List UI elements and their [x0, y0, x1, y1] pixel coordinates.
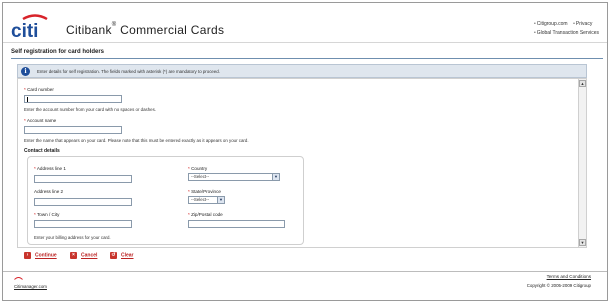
link-privacy[interactable]: Privacy	[576, 21, 592, 27]
citimanager-link[interactable]: Citimanager.com	[14, 284, 47, 289]
brand-suffix: Commercial Cards	[120, 23, 225, 37]
copyright-text: Copyright © 2005-2009 Citigroup	[526, 283, 591, 288]
scroll-down-arrow-icon[interactable]: ▼	[579, 239, 586, 246]
clear-button[interactable]: ↺ Clear	[110, 252, 134, 261]
scroll-up-arrow-icon[interactable]: ▲	[579, 80, 586, 87]
registered-mark: ®	[111, 22, 117, 28]
info-icon: i	[21, 67, 30, 76]
address1-input[interactable]	[34, 175, 132, 183]
town-label: * Town / City	[34, 212, 60, 217]
account-name-input[interactable]	[24, 126, 122, 134]
billing-address-hint: Enter your billing address for your card…	[34, 235, 111, 240]
arrow-right-icon: ›	[24, 252, 31, 259]
footer-logo-arc-icon	[14, 277, 23, 280]
link-citigroup[interactable]: Citigroup.com	[537, 21, 568, 27]
country-select[interactable]: --Select-- ▼	[188, 173, 280, 181]
bullet-icon: •	[533, 30, 536, 36]
form-area: * Card number Enter the account number f…	[17, 78, 587, 259]
required-mark: *	[34, 212, 36, 217]
contact-details-box: * Address line 1 Address line 2 * Town /…	[27, 156, 304, 245]
zip-input[interactable]	[188, 220, 285, 228]
brand-title: Citibank® Commercial Cards	[66, 22, 225, 37]
bullet-icon: •	[533, 21, 536, 27]
required-mark: *	[188, 166, 190, 171]
vertical-scrollbar[interactable]: ▲ ▼	[578, 79, 586, 247]
card-number-label: * Card number	[24, 87, 54, 92]
top-links: •Citigroup.com •Privacy •Global Transact…	[534, 20, 599, 38]
required-mark: *	[188, 212, 190, 217]
address1-label: * Address line 1	[34, 166, 66, 171]
page-title: Self registration for card holders	[11, 49, 105, 55]
card-number-hint: Enter the account number from your card …	[24, 107, 157, 112]
page-frame: citi Citibank® Commercial Cards •Citigro…	[2, 2, 608, 301]
footer: Citimanager.com Terms and Conditions Cop…	[3, 271, 607, 301]
continue-button[interactable]: › Continue	[24, 252, 57, 261]
chevron-down-icon[interactable]: ▼	[272, 174, 279, 180]
title-divider	[11, 58, 603, 59]
close-icon: ×	[70, 252, 77, 259]
link-global-transaction-services[interactable]: Global Transaction Services	[537, 30, 599, 36]
zip-label: * Zip/Postal code	[188, 212, 223, 217]
required-mark: *	[24, 118, 26, 123]
info-text: Enter details for self registration. The…	[37, 69, 220, 74]
chevron-down-icon[interactable]: ▼	[217, 197, 224, 203]
town-input[interactable]	[34, 220, 132, 228]
card-number-input[interactable]	[24, 95, 122, 103]
required-mark: *	[24, 87, 26, 92]
state-selected-value: --Select--	[191, 197, 210, 202]
bullet-icon: •	[573, 21, 575, 27]
citi-logo: citi	[11, 14, 48, 39]
address2-label: Address line 2	[34, 189, 64, 194]
header: citi Citibank® Commercial Cards •Citigro…	[3, 3, 607, 43]
address2-input[interactable]	[34, 198, 132, 206]
account-name-hint: Enter the name that appears on your card…	[24, 138, 249, 143]
state-select[interactable]: --Select-- ▼	[188, 196, 225, 204]
cancel-button[interactable]: × Cancel	[70, 252, 97, 261]
country-label: * Country	[188, 166, 208, 171]
country-selected-value: --Select--	[191, 174, 210, 179]
required-mark: *	[188, 189, 190, 194]
state-label: * State/Province	[188, 189, 221, 194]
contact-details-heading: Contact details	[24, 148, 60, 154]
logo-text: citi	[11, 21, 38, 39]
account-name-label: * Account name	[24, 118, 57, 123]
brand-name: Citibank	[66, 23, 112, 37]
clear-icon: ↺	[110, 252, 117, 259]
required-mark: *	[34, 166, 36, 171]
info-bar: i Enter details for self registration. T…	[17, 64, 587, 78]
terms-link[interactable]: Terms and Conditions	[547, 274, 591, 279]
text-cursor	[27, 97, 28, 102]
